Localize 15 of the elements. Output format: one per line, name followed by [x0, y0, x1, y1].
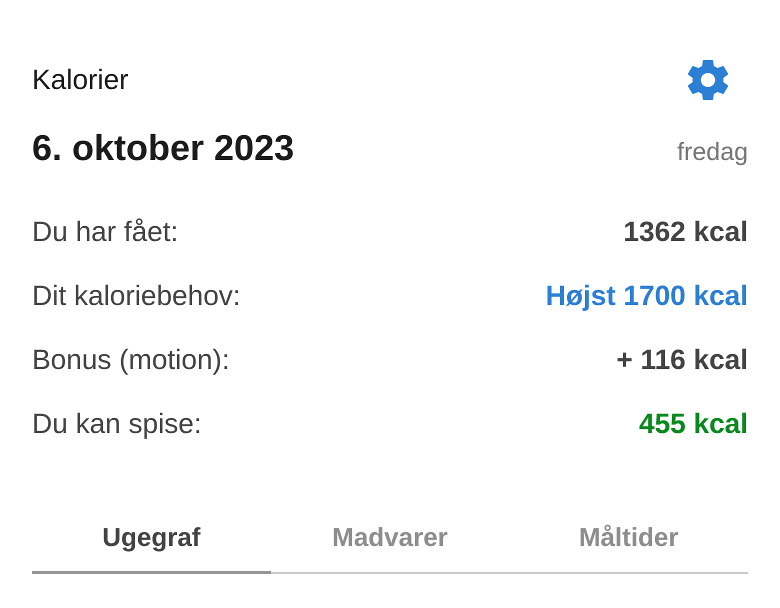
settings-icon[interactable]	[688, 60, 728, 100]
stat-value: 1362 kcal	[623, 216, 748, 248]
tab[interactable]: Måltider	[509, 508, 748, 574]
stat-value: + 116 kcal	[616, 344, 748, 376]
tab[interactable]: Madvarer	[270, 508, 510, 574]
stat-value: Højst 1700 kcal	[546, 280, 748, 312]
stat-label: Du kan spise:	[32, 408, 202, 440]
stat-value: 455 kcal	[639, 408, 748, 440]
stat-label: Du har fået:	[32, 216, 178, 248]
stat-label: Bonus (motion):	[32, 344, 230, 376]
card-title: Kalorier	[32, 64, 128, 96]
stat-label: Dit kaloriebehov:	[32, 280, 241, 312]
weekday-label: fredag	[677, 138, 748, 167]
tab[interactable]: Ugegraf	[32, 508, 271, 574]
date-heading: 6. oktober 2023	[32, 126, 294, 170]
